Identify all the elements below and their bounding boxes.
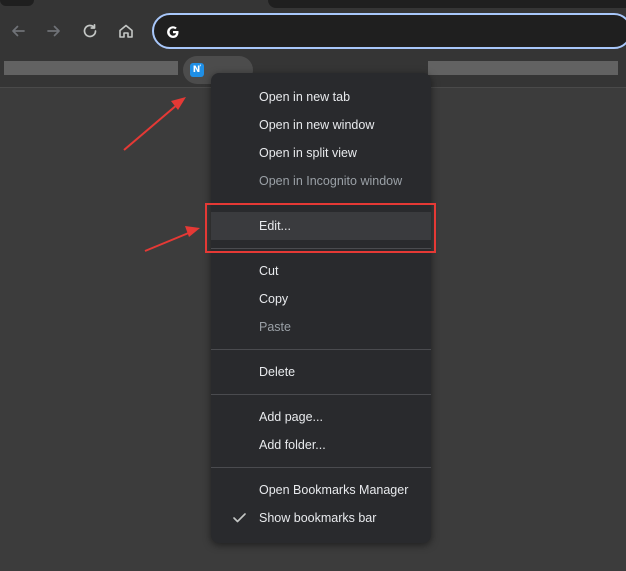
notion-icon: N ' [190, 63, 204, 77]
annotation-arrow [123, 97, 186, 151]
bookmark-item[interactable] [428, 61, 618, 75]
arrow-left-icon [12, 25, 25, 37]
menu-item-open-new-tab[interactable]: Open in new tab [211, 83, 431, 111]
reload-icon [83, 23, 97, 38]
menu-item-add-folder[interactable]: Add folder... [211, 431, 431, 459]
address-bar[interactable] [152, 13, 626, 49]
menu-item-bookmarks-manager[interactable]: Open Bookmarks Manager [211, 476, 431, 504]
menu-item-label: Show bookmarks bar [259, 511, 377, 525]
bookmark-context-menu: Open in new tab Open in new window Open … [211, 73, 431, 543]
menu-item-show-bookmarks-bar[interactable]: Show bookmarks bar [211, 504, 431, 532]
arrow-right-icon [47, 25, 60, 37]
home-icon [119, 24, 133, 38]
tab-right[interactable] [268, 0, 626, 8]
menu-separator [211, 349, 431, 350]
menu-item-paste[interactable]: Paste [211, 313, 431, 341]
annotation-highlight-box [205, 203, 436, 253]
toolbar [0, 8, 626, 54]
menu-item-open-new-window[interactable]: Open in new window [211, 111, 431, 139]
menu-item-open-split-view[interactable]: Open in split view [211, 139, 431, 167]
reload-button[interactable] [78, 19, 102, 43]
menu-separator [211, 394, 431, 395]
annotation-arrow [144, 226, 200, 252]
checkmark-icon [233, 504, 247, 532]
back-button[interactable] [6, 19, 30, 43]
tab-left[interactable] [0, 0, 34, 6]
google-g-icon [162, 21, 184, 43]
menu-item-cut[interactable]: Cut [211, 257, 431, 285]
menu-item-open-incognito[interactable]: Open in Incognito window [211, 167, 431, 195]
forward-button[interactable] [42, 19, 66, 43]
menu-item-copy[interactable]: Copy [211, 285, 431, 313]
menu-item-add-page[interactable]: Add page... [211, 403, 431, 431]
menu-item-delete[interactable]: Delete [211, 358, 431, 386]
menu-separator [211, 467, 431, 468]
home-button[interactable] [114, 19, 138, 43]
bookmark-item[interactable] [4, 61, 178, 75]
